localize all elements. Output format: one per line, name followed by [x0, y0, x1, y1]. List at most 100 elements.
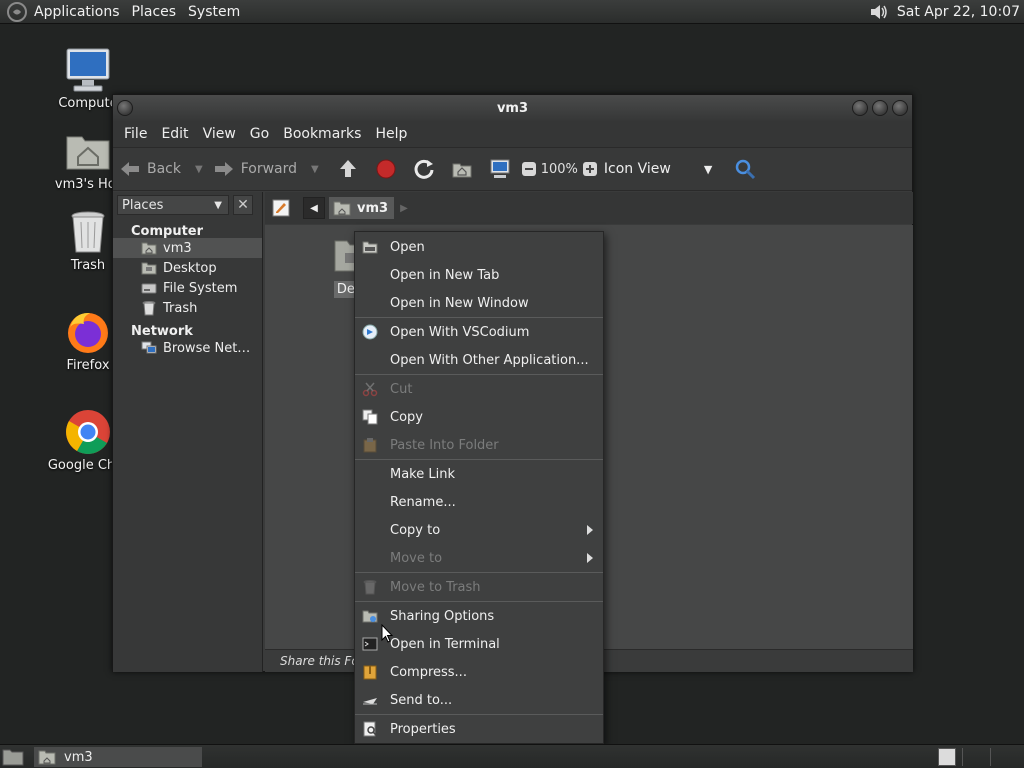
drive-icon: [141, 283, 157, 294]
panel-menu-places[interactable]: Places: [126, 4, 183, 20]
menu-item-label: Copy to: [390, 522, 441, 538]
trash-icon: [142, 301, 156, 316]
menu-edit[interactable]: Edit: [154, 126, 195, 142]
send-icon: [363, 698, 377, 705]
menu-item-move-to: Move to: [355, 544, 603, 572]
menu-item-copy-to[interactable]: Copy to: [355, 516, 603, 544]
sidebar-item-desktop[interactable]: Desktop: [113, 258, 262, 278]
menu-item-label: Send to...: [390, 692, 453, 708]
home-folder-icon: [66, 136, 110, 170]
home-folder-icon: [141, 242, 157, 255]
menu-item-move-to-trash: Move to Trash: [355, 573, 603, 601]
breadcrumb-vm3[interactable]: vm3: [329, 197, 395, 219]
archive-icon: [363, 665, 377, 680]
menu-item-label: Rename...: [390, 494, 456, 510]
menu-item-open-in-new-window[interactable]: Open in New Window: [355, 289, 603, 317]
zoom-in-icon[interactable]: [582, 161, 598, 177]
sidebar-item-label: Desktop: [163, 260, 217, 276]
menu-item-open-with-other-application[interactable]: Open With Other Application...: [355, 346, 603, 374]
edit-location-icon[interactable]: [271, 198, 291, 218]
sidebar-item-trash[interactable]: Trash: [113, 298, 262, 318]
share-folder-icon: [362, 610, 378, 623]
menu-item-send-to[interactable]: Send to...: [355, 686, 603, 714]
menu-item-properties[interactable]: Properties: [355, 715, 603, 743]
reload-icon[interactable]: [413, 158, 435, 180]
trash-icon: [71, 211, 105, 253]
zoom-out-icon[interactable]: [521, 161, 537, 177]
breadcrumb-label: vm3: [357, 200, 389, 216]
view-mode-select[interactable]: Icon View: [604, 161, 704, 177]
back-history-dropdown[interactable]: ▼: [195, 164, 203, 175]
menu-item-rename[interactable]: Rename...: [355, 488, 603, 516]
chevron-right-icon[interactable]: ▶: [400, 203, 408, 214]
menu-go[interactable]: Go: [243, 126, 276, 142]
menu-item-label: Move to: [390, 550, 443, 566]
menubar: File Edit View Go Bookmarks Help: [113, 121, 912, 147]
window-titlebar[interactable]: vm3: [113, 95, 912, 121]
view-mode-dropdown-arrow[interactable]: ▼: [704, 163, 712, 176]
submenu-arrow-icon: [587, 553, 593, 563]
sidebar-item-vm3[interactable]: vm3: [113, 238, 262, 258]
path-scroll-left-button[interactable]: ◀: [303, 197, 325, 219]
menu-item-label: Open With Other Application...: [390, 352, 589, 368]
arrow-right-icon: [214, 162, 233, 176]
close-side-pane-button[interactable]: ✕: [233, 195, 253, 215]
forward-history-dropdown[interactable]: ▼: [311, 164, 319, 175]
side-group-network: Network: [131, 324, 193, 339]
show-desktop-icon[interactable]: [2, 748, 24, 766]
home-folder-icon: [333, 201, 351, 216]
menu-file[interactable]: File: [117, 126, 154, 142]
submenu-arrow-icon: [587, 525, 593, 535]
computer-icon[interactable]: [489, 158, 511, 180]
copy-icon: [362, 409, 378, 425]
menu-bookmarks[interactable]: Bookmarks: [276, 126, 368, 142]
side-pane-selector[interactable]: Places ▼: [117, 195, 229, 215]
home-icon[interactable]: [451, 158, 473, 180]
menu-item-label: Copy: [390, 409, 423, 425]
close-icon: ✕: [237, 197, 249, 213]
menu-item-compress[interactable]: Compress...: [355, 658, 603, 686]
menu-item-copy[interactable]: Copy: [355, 403, 603, 431]
sidebar-item-filesystem[interactable]: File System: [113, 278, 262, 298]
chevron-down-icon: ▼: [214, 199, 222, 211]
panel-divider: [990, 748, 991, 766]
menu-item-open[interactable]: Open: [355, 233, 603, 261]
search-icon[interactable]: [734, 158, 756, 180]
panel-clock[interactable]: Sat Apr 22, 10:07: [897, 4, 1020, 20]
menu-item-open-in-new-tab[interactable]: Open in New Tab: [355, 261, 603, 289]
zoom-level: 100%: [540, 161, 578, 177]
close-button[interactable]: [892, 100, 908, 116]
home-folder-icon: [38, 750, 56, 765]
minimize-button[interactable]: [852, 100, 868, 116]
menu-item-label: Paste Into Folder: [390, 437, 499, 453]
back-button[interactable]: Back: [119, 160, 181, 178]
menu-item-cut: Cut: [355, 375, 603, 403]
menu-help[interactable]: Help: [368, 126, 414, 142]
workspace-switcher[interactable]: [938, 748, 956, 766]
window-menu-button[interactable]: [117, 100, 133, 116]
path-bar: ◀ vm3 ▶: [265, 192, 913, 224]
sidebar-item-browse-network[interactable]: Browse Net…: [113, 338, 262, 358]
forward-button[interactable]: Forward: [213, 160, 297, 178]
menu-item-paste-into-folder: Paste Into Folder: [355, 431, 603, 459]
back-label: Back: [147, 161, 181, 177]
desktop-folder-icon: [141, 262, 157, 275]
panel-divider: [962, 748, 963, 766]
stop-icon[interactable]: [375, 158, 397, 180]
menu-item-make-link[interactable]: Make Link: [355, 460, 603, 488]
context-menu: Open Open in New Tab Open in New Window Ope…: [354, 231, 604, 744]
up-arrow-icon[interactable]: [337, 158, 359, 180]
menu-view[interactable]: View: [196, 126, 243, 142]
panel-menu-applications[interactable]: Applications: [28, 4, 126, 20]
menu-item-open-with-vscodium[interactable]: Open With VSCodium: [355, 318, 603, 346]
menu-item-label: Cut: [390, 381, 413, 397]
taskbar-button-vm3[interactable]: vm3: [34, 747, 202, 767]
distro-logo-icon[interactable]: [6, 1, 28, 23]
maximize-button[interactable]: [872, 100, 888, 116]
volume-icon[interactable]: [867, 1, 889, 23]
bottom-panel: vm3: [0, 744, 1024, 768]
side-group-computer: Computer: [131, 224, 204, 239]
panel-menu-system[interactable]: System: [182, 4, 246, 20]
network-icon: [141, 341, 157, 354]
properties-icon: [363, 721, 377, 737]
